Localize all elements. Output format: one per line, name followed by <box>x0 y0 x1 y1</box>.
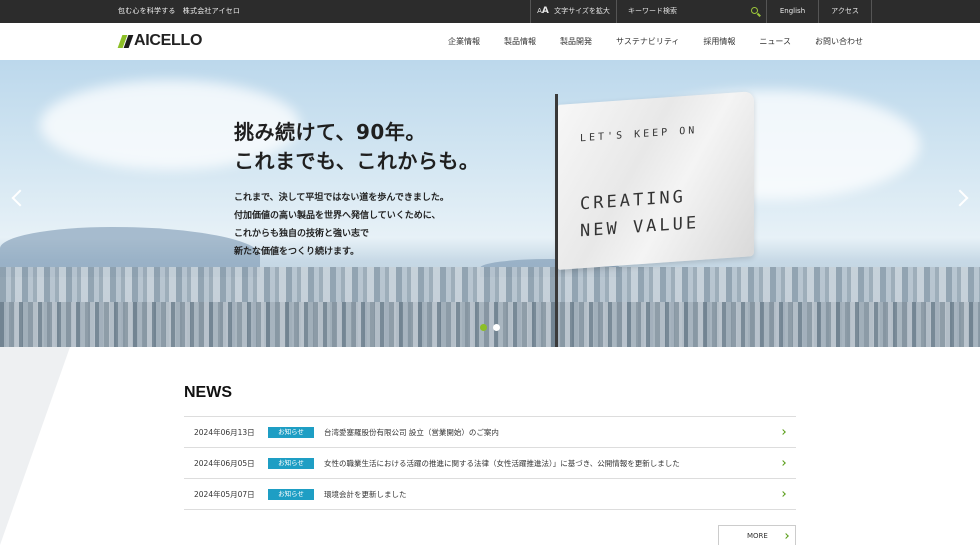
hero-lead: これまで、決して平坦ではない道を歩んできました。 付加価値の高い製品を世界へ発信… <box>234 189 449 261</box>
access-link[interactable]: アクセス <box>818 0 872 23</box>
flag-text-line-2: CREATING NEW VALUE <box>580 186 700 242</box>
news-heading: NEWS <box>184 384 232 401</box>
nav-item-recruit[interactable]: 採用情報 <box>703 36 735 47</box>
chevron-right-icon <box>780 491 786 497</box>
nav-item-news[interactable]: ニュース <box>759 36 791 47</box>
news-category-badge: お知らせ <box>268 488 314 500</box>
nav-item-sustainability[interactable]: サステナビリティ <box>616 36 679 47</box>
aicello-logo[interactable]: AICELLO <box>117 32 203 50</box>
chevron-right-icon <box>783 533 789 539</box>
news-more-button[interactable]: MORE <box>718 525 796 545</box>
slider-next-arrow-icon[interactable] <box>951 189 969 207</box>
news-category-badge: お知らせ <box>268 426 314 438</box>
news-item[interactable]: 2024年06月13日 お知らせ 台湾愛塞羅股份有限公司 設立（営業開始）のご案… <box>184 417 796 448</box>
font-size-icon: AA <box>537 6 549 16</box>
news-title: 台湾愛塞羅股份有限公司 設立（営業開始）のご案内 <box>324 427 499 437</box>
hero-lead-line: これまで、決して平坦ではない道を歩んできました。 <box>234 193 449 203</box>
hero-lead-line: 新たな価値をつくり続けます。 <box>234 247 360 257</box>
slider-pagination <box>480 324 500 331</box>
global-nav: 企業情報 製品情報 製品開発 サステナビリティ 採用情報 ニュース お問い合わせ <box>424 23 863 60</box>
hero-headline: 挑み続けて、90年。 これまでも、これからも。 <box>234 118 479 176</box>
corporate-tagline: 包む心を科学する 株式会社アイセロ <box>118 7 241 15</box>
news-list: 2024年06月13日 お知らせ 台湾愛塞羅股份有限公司 設立（営業開始）のご案… <box>184 416 796 510</box>
hero-headline-line-1: 挑み続けて、90年。 <box>234 120 426 144</box>
site-header: AICELLO 企業情報 製品情報 製品開発 サステナビリティ 採用情報 ニュー… <box>0 23 980 60</box>
hero-slider: 挑み続けて、90年。 これまでも、これからも。 これまで、決して平坦ではない道を… <box>0 60 980 347</box>
chevron-right-icon <box>780 460 786 466</box>
flag-text-line-1: LET'S KEEP ON <box>580 125 698 145</box>
news-section: NEWS 2024年06月13日 お知らせ 台湾愛塞羅股份有限公司 設立（営業開… <box>0 347 980 545</box>
font-size-label: 文字サイズを拡大 <box>554 7 610 15</box>
chevron-right-icon <box>780 429 786 435</box>
nav-item-company[interactable]: 企業情報 <box>448 36 480 47</box>
nav-item-products[interactable]: 製品情報 <box>504 36 536 47</box>
news-date: 2024年05月07日 <box>194 489 255 499</box>
logo-wordmark: AICELLO <box>134 32 203 49</box>
search-icon[interactable] <box>751 7 758 14</box>
slider-prev-arrow-icon[interactable] <box>11 189 29 207</box>
news-title: 環境会計を更新しました <box>324 489 407 499</box>
logo-mark-icon <box>117 34 134 48</box>
hero-lead-line: これからも独自の技術と強い志で <box>234 229 370 239</box>
slider-dot-1[interactable] <box>480 324 487 331</box>
utility-bar: 包む心を科学する 株式会社アイセロ AA 文字サイズを拡大 キーワード検索 En… <box>0 0 980 23</box>
news-item[interactable]: 2024年06月05日 お知らせ 女性の職業生活における活躍の推進に関する法律（… <box>184 448 796 479</box>
news-title: 女性の職業生活における活躍の推進に関する法律（女性活躍推進法）」に基づき、公開情… <box>324 458 680 468</box>
hero-headline-line-2: これまでも、これからも。 <box>234 149 480 173</box>
nav-item-contact[interactable]: お問い合わせ <box>815 36 863 47</box>
slider-dot-2[interactable] <box>493 324 500 331</box>
more-label: MORE <box>747 532 768 540</box>
nav-item-development[interactable]: 製品開発 <box>560 36 592 47</box>
font-size-enlarge-button[interactable]: AA 文字サイズを拡大 <box>530 0 616 23</box>
news-category-badge: お知らせ <box>268 457 314 469</box>
news-date: 2024年06月05日 <box>194 458 255 468</box>
news-date: 2024年06月13日 <box>194 427 255 437</box>
search-placeholder: キーワード検索 <box>628 7 677 15</box>
news-item[interactable]: 2024年05月07日 お知らせ 環境会計を更新しました <box>184 479 796 510</box>
hero-flag: LET'S KEEP ON CREATING NEW VALUE <box>558 91 754 270</box>
keyword-search-input[interactable]: キーワード検索 <box>616 0 766 23</box>
hero-lead-line: 付加価値の高い製品を世界へ発信していくために、 <box>234 211 441 221</box>
decorative-triangle <box>0 347 70 545</box>
english-link[interactable]: English <box>766 0 818 23</box>
